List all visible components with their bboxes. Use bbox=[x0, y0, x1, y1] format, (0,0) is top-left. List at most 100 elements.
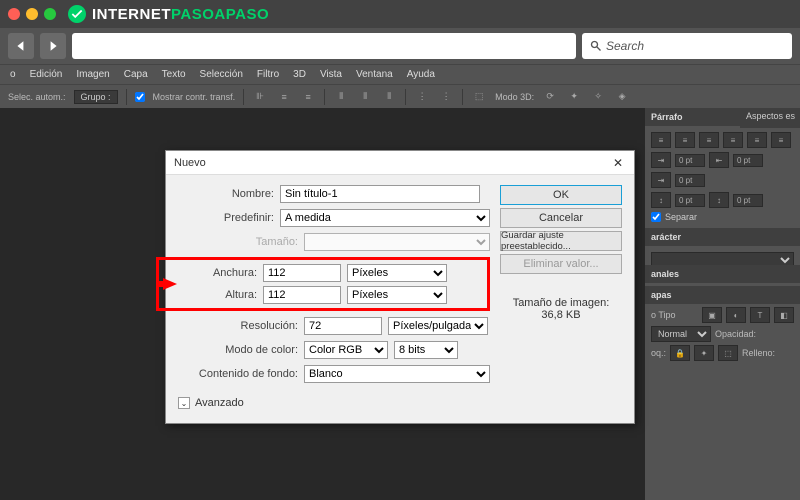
options-toolbar: Selec. autom.: Grupo : Mostrar contr. tr… bbox=[0, 84, 800, 108]
layer-type-icon[interactable]: ◐ bbox=[726, 307, 746, 323]
advanced-toggle[interactable]: ⌄ Avanzado bbox=[178, 397, 490, 409]
layer-type-icon[interactable]: ◧ bbox=[774, 307, 794, 323]
window-close-dot[interactable] bbox=[8, 8, 20, 20]
panel-anales-head[interactable]: anales bbox=[645, 265, 800, 283]
separator bbox=[324, 89, 325, 105]
menu-item[interactable]: Imagen bbox=[76, 69, 109, 80]
resolucion-unit-select[interactable]: Píxeles/pulgada bbox=[388, 317, 488, 335]
menu-item[interactable]: Capa bbox=[124, 69, 148, 80]
nombre-input[interactable] bbox=[280, 185, 480, 203]
3d-mode-icon[interactable]: ◈ bbox=[614, 89, 630, 105]
dialog-buttons: OK Cancelar Guardar ajuste preestablecid… bbox=[500, 185, 622, 409]
separar-check-input[interactable] bbox=[651, 212, 661, 222]
distribute-icon[interactable]: ⋮ bbox=[438, 89, 454, 105]
layer-type-icon[interactable]: ▣ bbox=[702, 307, 722, 323]
3d-mode-icon[interactable]: ⟳ bbox=[542, 89, 558, 105]
space-icon[interactable]: ↕ bbox=[709, 192, 729, 208]
window-max-dot[interactable] bbox=[44, 8, 56, 20]
size-label: Tamaño de imagen: bbox=[500, 297, 622, 309]
lock-icon[interactable]: 🔒 bbox=[670, 345, 690, 361]
fondo-select[interactable]: Blanco bbox=[304, 365, 490, 383]
new-document-dialog: Nuevo ✕ Nombre: Predefinir: A medida Tam… bbox=[165, 150, 635, 424]
align-icon[interactable]: ⊪ bbox=[252, 89, 268, 105]
justify-icon[interactable]: ≡ bbox=[747, 132, 767, 148]
menu-item[interactable]: o bbox=[10, 69, 16, 80]
show-transform-checkbox[interactable] bbox=[135, 92, 145, 102]
separator bbox=[243, 89, 244, 105]
lock-icon[interactable]: ✦ bbox=[694, 345, 714, 361]
anchura-unit-select[interactable]: Píxeles bbox=[347, 264, 447, 282]
group-select[interactable]: Grupo : bbox=[74, 90, 118, 104]
search-box[interactable]: Search bbox=[582, 33, 792, 59]
align-left-icon[interactable]: ≡ bbox=[651, 132, 671, 148]
tool-selec-label: Selec. autom.: bbox=[8, 92, 66, 102]
panel-caracter-head[interactable]: arácter bbox=[645, 228, 800, 246]
menu-item[interactable]: Texto bbox=[162, 69, 186, 80]
lock-icon[interactable]: ⬚ bbox=[718, 345, 738, 361]
space-icon[interactable]: ↕ bbox=[651, 192, 671, 208]
anchura-input[interactable] bbox=[263, 264, 341, 282]
indent-field[interactable]: 0 pt bbox=[675, 154, 705, 167]
3d-icon[interactable]: ⬚ bbox=[471, 89, 487, 105]
menu-item[interactable]: Ayuda bbox=[407, 69, 435, 80]
show-transform-label: Mostrar contr. transf. bbox=[153, 92, 236, 102]
align-center-icon[interactable]: ≡ bbox=[675, 132, 695, 148]
indent-icon[interactable]: ⇥ bbox=[651, 172, 671, 188]
align-icon[interactable]: ⫴ bbox=[333, 89, 349, 105]
separator bbox=[405, 89, 406, 105]
close-icon[interactable]: ✕ bbox=[610, 155, 626, 171]
brand-word2: PASOAPASO bbox=[171, 6, 269, 23]
menu-item[interactable]: 3D bbox=[293, 69, 306, 80]
separar-checkbox[interactable]: Separar bbox=[651, 212, 794, 222]
menu-item[interactable]: Vista bbox=[320, 69, 342, 80]
align-icon[interactable]: ⫴ bbox=[357, 89, 373, 105]
window-min-dot[interactable] bbox=[26, 8, 38, 20]
menu-item[interactable]: Edición bbox=[30, 69, 63, 80]
indent-field[interactable]: 0 pt bbox=[675, 174, 705, 187]
dialog-form: Nombre: Predefinir: A medida Tamaño: Anc… bbox=[178, 185, 490, 409]
eliminar-valor-button: Eliminar valor... bbox=[500, 254, 622, 274]
bits-select[interactable]: 8 bits bbox=[394, 341, 458, 359]
3d-mode-icon[interactable]: ✦ bbox=[566, 89, 582, 105]
guardar-preset-button[interactable]: Guardar ajuste preestablecido... bbox=[500, 231, 622, 251]
dialog-title: Nuevo bbox=[174, 157, 206, 169]
anchura-label: Anchura: bbox=[183, 267, 257, 279]
nav-forward-button[interactable] bbox=[40, 33, 66, 59]
align-icon[interactable]: ⫴ bbox=[381, 89, 397, 105]
menu-item[interactable]: Filtro bbox=[257, 69, 279, 80]
altura-input[interactable] bbox=[263, 286, 341, 304]
indent-field[interactable]: 0 pt bbox=[733, 154, 763, 167]
browser-titlebar: INTERNETPASOAPASO bbox=[0, 0, 800, 28]
separator bbox=[126, 89, 127, 105]
space-field[interactable]: 0 pt bbox=[675, 194, 705, 207]
browser-navbar: Search bbox=[0, 28, 800, 64]
layer-type-icon[interactable]: T bbox=[750, 307, 770, 323]
site-brand: INTERNETPASOAPASO bbox=[92, 6, 269, 23]
colormode-select[interactable]: Color RGB bbox=[304, 341, 388, 359]
align-icon[interactable]: ≡ bbox=[300, 89, 316, 105]
justify-icon[interactable]: ≡ bbox=[723, 132, 743, 148]
blend-select[interactable]: Normal bbox=[651, 326, 711, 342]
cancelar-button[interactable]: Cancelar bbox=[500, 208, 622, 228]
preset-select[interactable]: A medida bbox=[280, 209, 490, 227]
address-bar[interactable] bbox=[72, 33, 576, 59]
panel-apas-head[interactable]: apas bbox=[645, 286, 800, 304]
3d-mode-icon[interactable]: ✧ bbox=[590, 89, 606, 105]
avanzado-label: Avanzado bbox=[195, 397, 244, 409]
menu-item[interactable]: Selección bbox=[200, 69, 243, 80]
align-icon[interactable]: ≡ bbox=[276, 89, 292, 105]
altura-unit-select[interactable]: Píxeles bbox=[347, 286, 447, 304]
aspects-tab[interactable]: Aspectos es bbox=[740, 108, 800, 128]
nav-back-button[interactable] bbox=[8, 33, 34, 59]
resolucion-input[interactable] bbox=[304, 317, 382, 335]
menu-item[interactable]: Ventana bbox=[356, 69, 393, 80]
justify-icon[interactable]: ≡ bbox=[771, 132, 791, 148]
space-field[interactable]: 0 pt bbox=[733, 194, 763, 207]
align-right-icon[interactable]: ≡ bbox=[699, 132, 719, 148]
indent-icon[interactable]: ⇥ bbox=[651, 152, 671, 168]
indent-icon[interactable]: ⇤ bbox=[709, 152, 729, 168]
app-menubar: o Edición Imagen Capa Texto Selección Fi… bbox=[0, 64, 800, 84]
ok-button[interactable]: OK bbox=[500, 185, 622, 205]
distribute-icon[interactable]: ⋮ bbox=[414, 89, 430, 105]
red-arrow-icon bbox=[163, 278, 177, 290]
